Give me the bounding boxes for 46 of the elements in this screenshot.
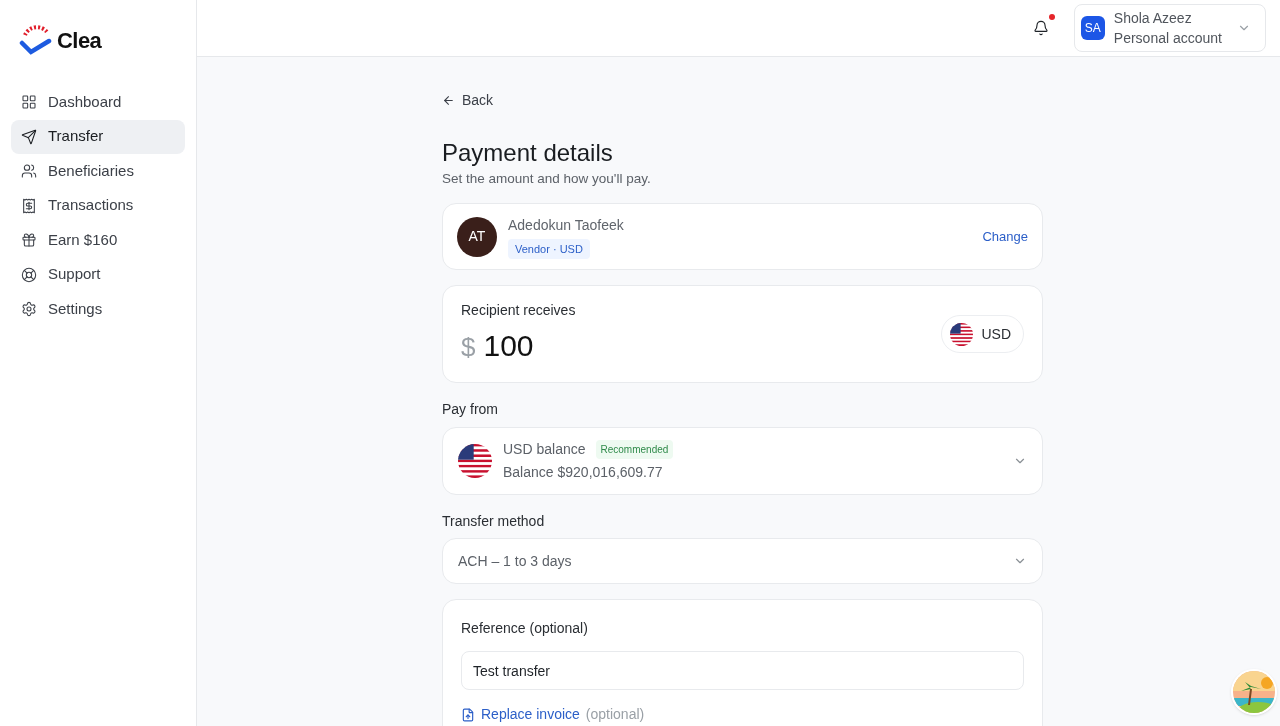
- reference-field[interactable]: Test transfer: [461, 651, 1024, 691]
- receipt-icon: [21, 197, 37, 214]
- assistant-button[interactable]: [1231, 669, 1277, 715]
- nav-item[interactable]: Transfer: [11, 119, 185, 154]
- reference-label: Reference (optional): [461, 619, 589, 639]
- amount-label: Recipient receives: [461, 301, 576, 321]
- arrow-left-icon: [442, 93, 455, 107]
- nav-item[interactable]: Earn $160: [11, 223, 185, 257]
- recipient-avatar: AT: [457, 216, 497, 257]
- balance-text: Balance $920,016,609.77: [503, 463, 664, 483]
- logo-icon: [19, 23, 53, 57]
- change-link[interactable]: Change: [982, 227, 1028, 247]
- recipient-name: Adedokun Taofeek: [508, 215, 624, 235]
- back-link[interactable]: Back: [442, 90, 1043, 110]
- gift-icon: [21, 232, 37, 248]
- paper-plane-icon: [21, 128, 37, 145]
- page-subtitle: Set the amount and how you'll pay.: [442, 170, 652, 188]
- us-flag-icon: [950, 322, 974, 346]
- account-name: Shola Azeez: [1113, 9, 1192, 28]
- pay-from-select[interactable]: USD balance Recommended Balance $920,016,609.77: [442, 427, 1043, 496]
- grid-icon: [21, 94, 37, 110]
- transfer-method-label: Transfer method: [442, 512, 546, 532]
- nav-item[interactable]: Settings: [11, 292, 185, 326]
- account-label: USD balance: [503, 440, 586, 460]
- transfer-method-select[interactable]: ACH – 1 to 3 days: [442, 538, 1043, 585]
- nav-item[interactable]: Dashboard: [11, 85, 185, 119]
- lifebuoy-icon: [21, 266, 37, 283]
- gear-icon: [21, 301, 37, 317]
- optional-note: (optional): [585, 705, 645, 725]
- nav-item[interactable]: Transactions: [11, 188, 185, 223]
- nav-item[interactable]: Beneficiaries: [11, 154, 185, 188]
- page-title: Payment details: [442, 138, 614, 168]
- recommended-badge: Recommended: [595, 440, 674, 460]
- bell-icon: [1032, 20, 1049, 36]
- amount-value: 100: [483, 328, 534, 365]
- account-avatar: SA: [1080, 16, 1105, 40]
- replace-invoice-link[interactable]: Replace invoice: [481, 704, 580, 726]
- us-flag-icon: [458, 444, 492, 479]
- file-upload-icon: [461, 707, 475, 722]
- account-type: Personal account: [1113, 29, 1222, 48]
- nav-item[interactable]: Support: [11, 257, 185, 292]
- recipient-tag: Vendor · USD: [508, 238, 590, 259]
- users-icon: [21, 163, 37, 179]
- brand-name: Clea: [57, 26, 102, 55]
- pay-from-label: Pay from: [442, 400, 499, 420]
- currency-symbol: $: [461, 331, 476, 365]
